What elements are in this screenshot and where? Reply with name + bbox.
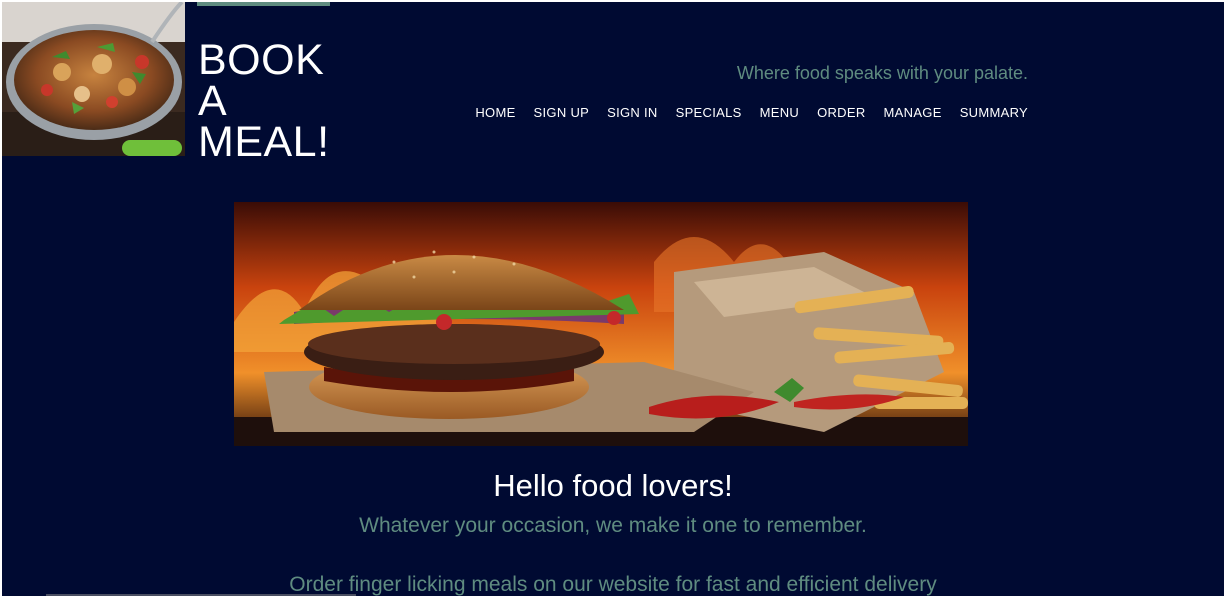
page: BOOK A MEAL! Where food speaks with your… (2, 2, 1224, 596)
brand-line-2: A (198, 77, 228, 125)
nav-manage[interactable]: MANAGE (884, 105, 942, 120)
nav-summary[interactable]: SUMMARY (960, 105, 1028, 120)
nav-menu[interactable]: MENU (760, 105, 799, 120)
order-promo-text: Order finger licking meals on our websit… (289, 573, 937, 596)
brand-line-1: BOOK (198, 36, 325, 84)
hero-banner-image (234, 202, 968, 446)
tagline: Where food speaks with your palate. (736, 63, 1028, 83)
nav-sign-in[interactable]: SIGN IN (607, 105, 658, 120)
nav-home[interactable]: HOME (475, 105, 515, 120)
welcome-heading: Hello food lovers! (493, 468, 733, 503)
horizontal-scrollbar[interactable] (46, 594, 356, 596)
burger-photo (234, 202, 968, 446)
welcome-subheading: Whatever your occasion, we make it one t… (359, 514, 867, 537)
nav-specials[interactable]: SPECIALS (676, 105, 742, 120)
brand-accent-bar (197, 2, 330, 6)
logo-food-image[interactable] (2, 2, 185, 156)
nav-sign-up[interactable]: SIGN UP (534, 105, 590, 120)
main-nav: HOME SIGN UP SIGN IN SPECIALS MENU ORDER… (475, 105, 1028, 120)
brand-logo-text[interactable]: BOOK A MEAL! (198, 36, 348, 166)
stir-fry-photo (2, 2, 185, 156)
brand-line-3: MEAL! (198, 118, 330, 166)
nav-order[interactable]: ORDER (817, 105, 865, 120)
